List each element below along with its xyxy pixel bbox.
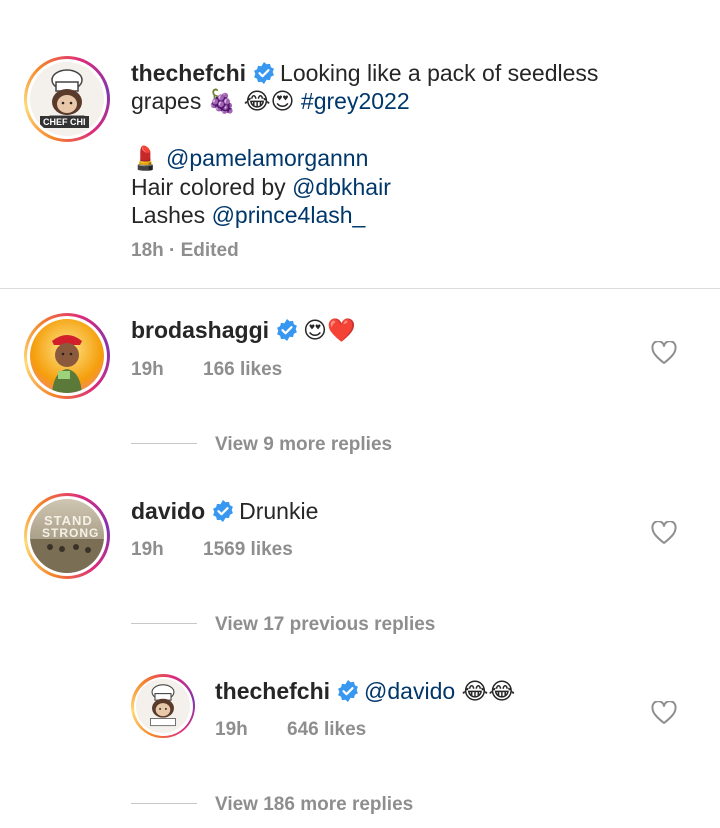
comment-avatar-brodashaggi[interactable] bbox=[24, 313, 110, 399]
caption-text-2: grapes bbox=[131, 88, 202, 114]
divider bbox=[0, 288, 720, 289]
caption-line-1: thechefchi Looking like a pack of seedles… bbox=[131, 59, 691, 87]
caption-avatar[interactable]: CHEF CHI bbox=[24, 56, 110, 142]
comment-username[interactable]: davido bbox=[131, 498, 205, 524]
reply-avatar-thechefchi[interactable] bbox=[131, 674, 195, 738]
comment-avatar-davido[interactable]: STAND STRONG bbox=[24, 493, 110, 579]
comment-text: Drunkie bbox=[239, 498, 319, 524]
brodashaggi-avatar-art bbox=[52, 335, 82, 393]
replies-divider-line bbox=[131, 443, 197, 444]
hashtag-link[interactable]: #grey2022 bbox=[301, 88, 410, 114]
lipstick-emoji: 💄 bbox=[131, 146, 160, 172]
comment-username[interactable]: brodashaggi bbox=[131, 317, 269, 343]
view-replies-button[interactable]: View 186 more replies bbox=[215, 794, 413, 816]
reply-emojis: 😂😂 bbox=[461, 679, 516, 705]
reply-likes[interactable]: 646 likes bbox=[287, 719, 366, 741]
caption-text-1: Looking like a pack of seedless bbox=[280, 60, 599, 86]
verified-icon bbox=[213, 500, 234, 522]
mention-link-dbkhair[interactable]: @dbkhair bbox=[292, 174, 391, 200]
caption-emojis: 🍇 😂😍 bbox=[207, 89, 295, 115]
caption-line-2: grapes 🍇 😂😍 #grey2022 bbox=[131, 87, 691, 116]
chef-badge: CHEF CHI bbox=[40, 116, 89, 128]
replies-divider-line bbox=[131, 803, 197, 804]
chef-avatar-art bbox=[150, 684, 176, 727]
caption-line-4: 💄 @pamelamorgannn bbox=[131, 144, 691, 173]
mention-link-prince[interactable]: @prince4lash_ bbox=[212, 202, 366, 228]
davido-avatar-text-2: STRONG bbox=[42, 526, 100, 540]
view-replies-button[interactable]: View 17 previous replies bbox=[215, 614, 435, 636]
view-replies-button[interactable]: View 9 more replies bbox=[215, 434, 392, 456]
verified-icon bbox=[277, 319, 297, 341]
caption-username[interactable]: thechefchi bbox=[131, 60, 246, 86]
comment-row-davido: davido Drunkie bbox=[131, 497, 318, 525]
verified-icon bbox=[254, 62, 274, 84]
reply-row: thechefchi @davido 😂😂 bbox=[215, 677, 515, 706]
comment-row-brodashaggi: brodashaggi 😍❤️ bbox=[131, 316, 356, 345]
lashes-prefix: Lashes bbox=[131, 202, 206, 228]
like-heart-icon[interactable] bbox=[651, 341, 677, 365]
caption-line-5: Hair colored by @dbkhair bbox=[131, 173, 691, 201]
comment-time: 19h bbox=[131, 539, 164, 560]
replies-divider-line bbox=[131, 623, 197, 624]
reply-username[interactable]: thechefchi bbox=[215, 678, 330, 704]
hair-prefix: Hair colored by bbox=[131, 174, 286, 200]
reply-time: 19h bbox=[215, 719, 248, 740]
comment-text: 😍❤️ bbox=[303, 318, 356, 344]
caption-line-6: Lashes @prince4lash_ bbox=[131, 201, 691, 229]
comment-likes[interactable]: 166 likes bbox=[203, 359, 282, 381]
caption-text: thechefchi Looking like a pack of seedles… bbox=[131, 59, 691, 229]
mention-link-pamela[interactable]: @pamelamorgannn bbox=[166, 145, 368, 171]
like-heart-icon[interactable] bbox=[651, 701, 677, 725]
verified-icon bbox=[338, 680, 358, 702]
mention-link-davido[interactable]: @davido bbox=[364, 678, 455, 704]
comment-time: 19h bbox=[131, 359, 164, 380]
comment-likes[interactable]: 1569 likes bbox=[203, 539, 293, 561]
caption-meta: 18h · Edited bbox=[131, 240, 239, 261]
like-heart-icon[interactable] bbox=[651, 521, 677, 545]
